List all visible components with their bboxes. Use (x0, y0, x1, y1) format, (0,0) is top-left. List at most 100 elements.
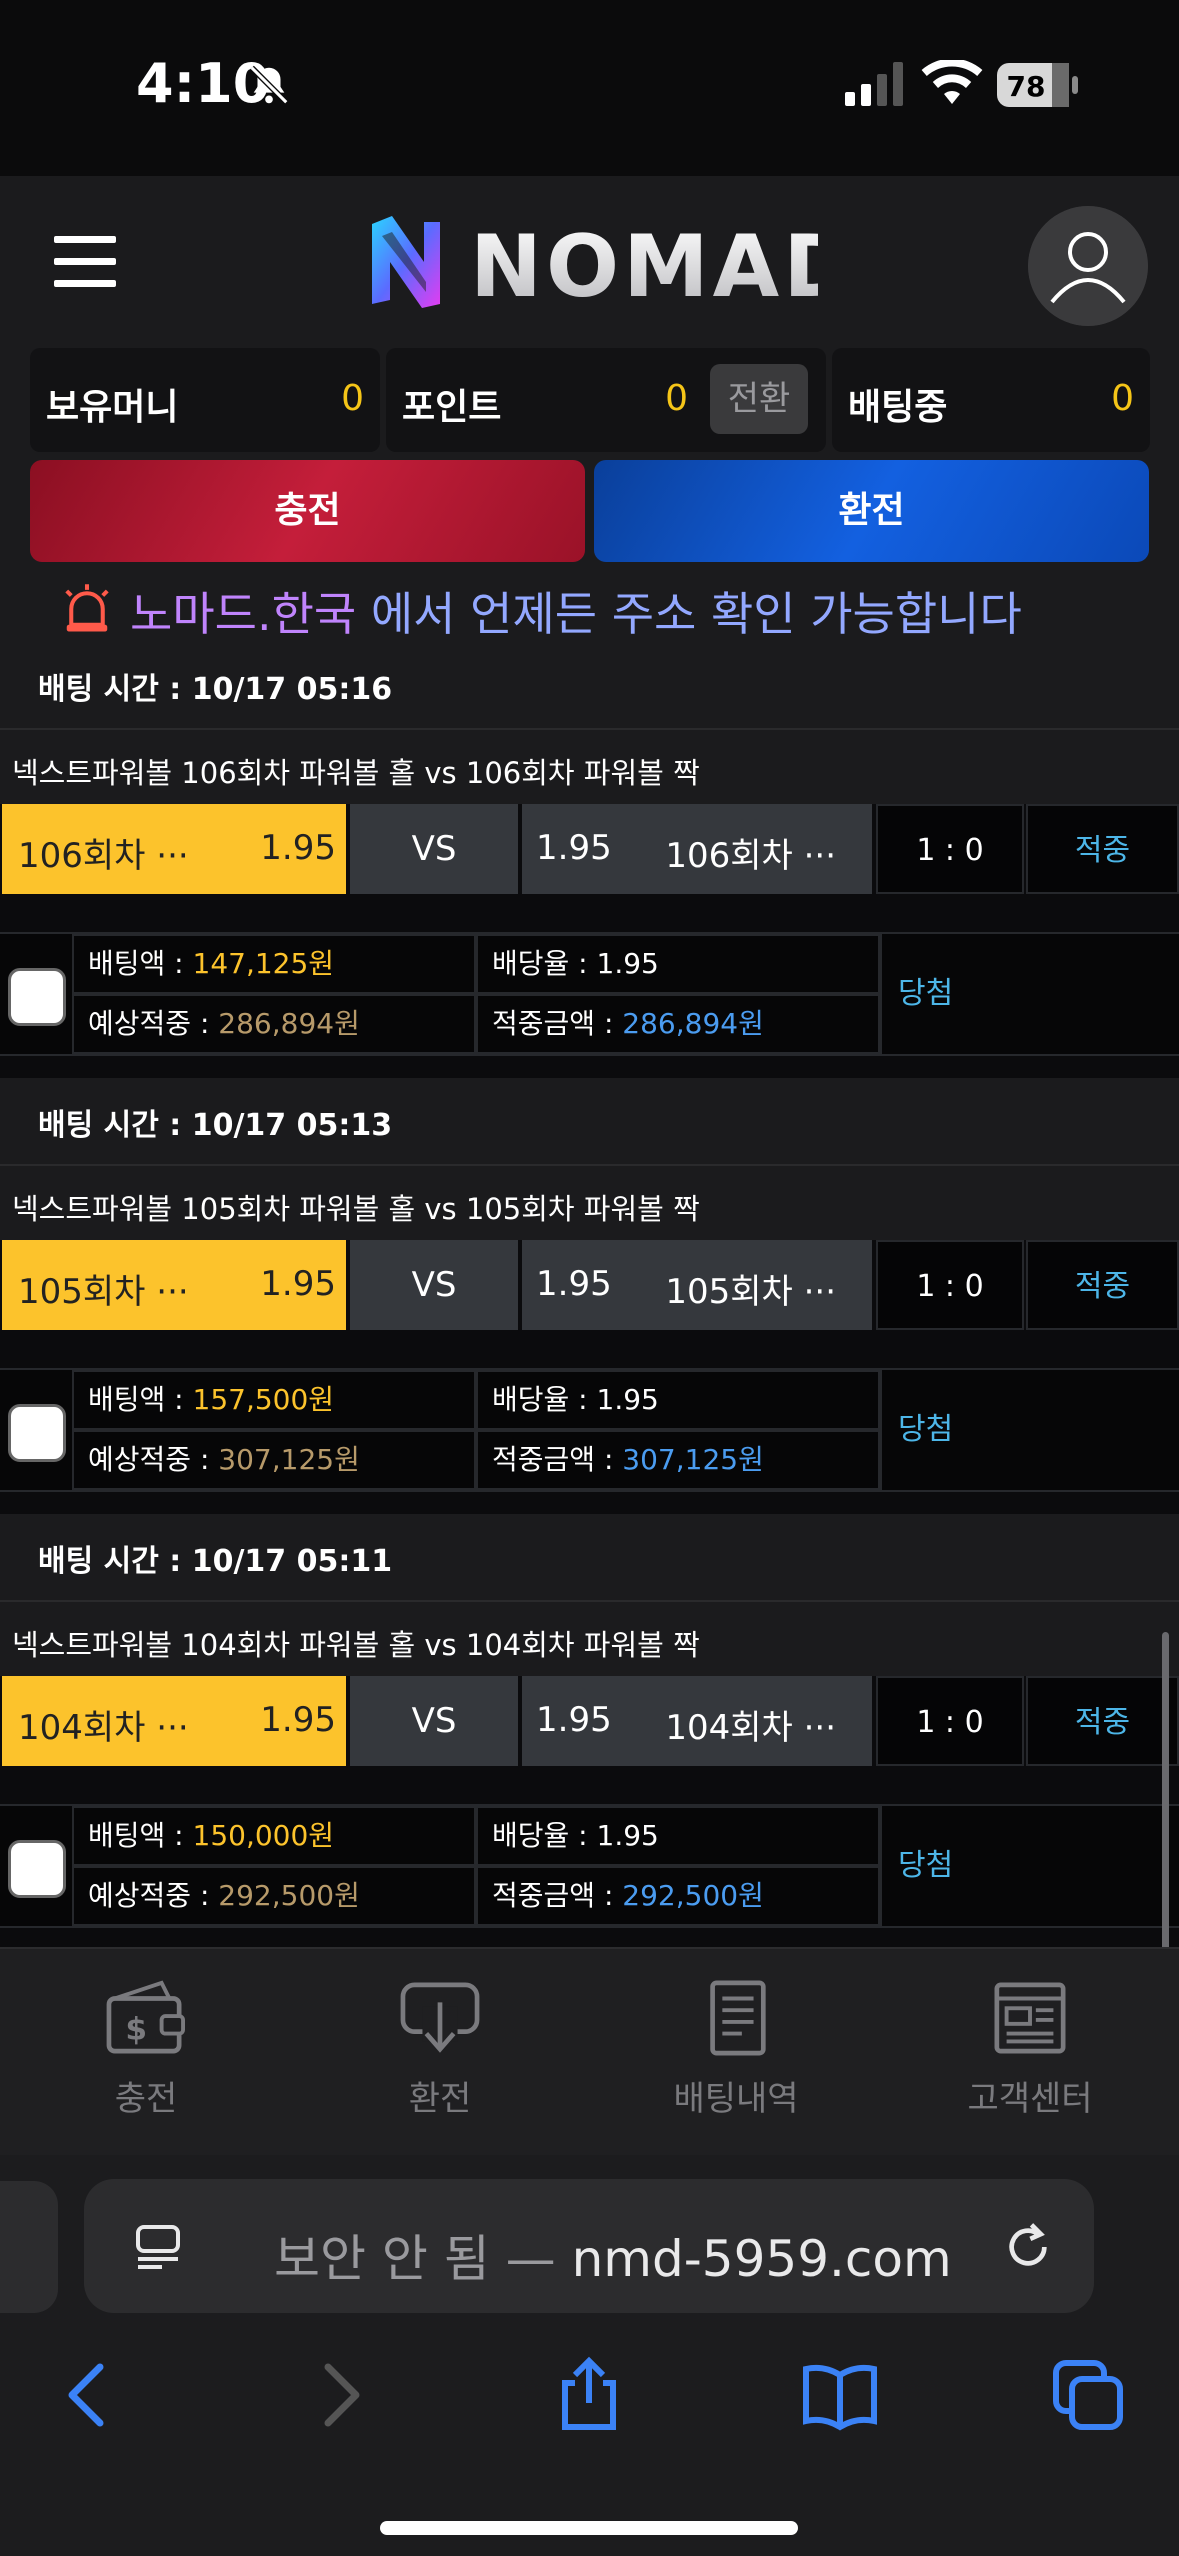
bookmarks-icon[interactable] (800, 2355, 880, 2435)
home-odds: 1.95 (260, 1264, 336, 1304)
home-odds: 1.95 (260, 828, 336, 868)
bet-title-bar: 넥스트파워볼 106회차 파워볼 홀 vs 106회차 파워볼 짝 (0, 728, 1179, 804)
nav-support-label: 고객센터 (967, 2079, 1093, 2119)
away-odds: 1.95 (536, 1700, 612, 1740)
bet-select-checkbox[interactable] (8, 968, 66, 1026)
exchange-button[interactable]: 환전 (594, 460, 1149, 562)
bet-title: 넥스트파워볼 105회차 파워볼 홀 vs 105회차 파워볼 짝 (12, 1192, 700, 1226)
reload-icon[interactable] (1000, 2219, 1056, 2275)
status-bar: 4:10 78 (0, 0, 1179, 176)
money-label: 보유머니 (46, 387, 179, 428)
balance-panel: 보유머니 0 포인트 0 전환 배팅중 0 충전 환전 노마드.한국 에서 언제… (0, 342, 1179, 642)
bet-title: 넥스트파워볼 106회차 파워볼 홀 vs 106회차 파워볼 짝 (12, 756, 700, 790)
notice-banner: 노마드.한국 에서 언제든 주소 확인 가능합니다 (60, 578, 1160, 641)
notice-text: 에서 언제든 주소 확인 가능합니다 (356, 587, 1022, 641)
bet-title-bar: 넥스트파워볼 104회차 파워볼 홀 vs 104회차 파워볼 짝 (0, 1600, 1179, 1676)
nav-bet-history[interactable]: 배팅내역 (636, 1979, 836, 2139)
forward-icon[interactable] (300, 2355, 380, 2435)
share-icon[interactable] (549, 2355, 629, 2435)
wifi-icon (921, 60, 983, 104)
home-indicator (380, 2521, 798, 2535)
bottom-nav: $ 충전 환전 배팅내역 고객센터 (0, 1947, 1179, 2155)
back-icon[interactable] (48, 2355, 128, 2435)
nav-exchange[interactable]: 환전 (340, 1979, 540, 2139)
home-pick[interactable]: 105회차 ··· 1.95 (2, 1240, 346, 1330)
insecure-warning: 보안 안 됨 — (274, 2230, 572, 2288)
battery-level: 78 (1007, 70, 1046, 103)
nav-charge[interactable]: $ 충전 (46, 1979, 246, 2139)
tabs-icon[interactable] (1048, 2355, 1128, 2435)
bet-time: 배팅 시간 : 10/17 05:16 (38, 672, 393, 707)
odds-rate: 배당율 : 1.95 (476, 934, 880, 994)
bet-amount: 배팅액 : 147,125원 (72, 934, 476, 994)
money-balance: 보유머니 0 (30, 348, 380, 452)
bet-odds-row: 105회차 ··· 1.95 VS 1.95 105회차 ··· 1 : 0 적중 (0, 1240, 1179, 1334)
bet-title: 넥스트파워볼 104회차 파워볼 홀 vs 104회차 파워볼 짝 (12, 1628, 700, 1662)
svg-text:$: $ (125, 2011, 147, 2047)
nav-bet-history-label: 배팅내역 (673, 2079, 799, 2119)
nav-support[interactable]: 고객센터 (930, 1979, 1130, 2139)
logo-text: NOMAD (470, 217, 818, 312)
siren-icon (65, 584, 109, 632)
point-label: 포인트 (402, 387, 502, 428)
bet-time-bar: 배팅 시간 : 10/17 05:11 (0, 1514, 1179, 1600)
away-odds: 1.95 (536, 1264, 612, 1304)
odds-rate: 배당율 : 1.95 (476, 1370, 880, 1430)
menu-icon[interactable] (54, 236, 116, 288)
bet-amount: 배팅액 : 157,500원 (72, 1370, 476, 1430)
previous-tab[interactable] (0, 2181, 58, 2313)
expected-win: 예상적중 : 286,894원 (72, 994, 476, 1054)
bet-status: 당첨 (880, 1806, 1179, 1926)
browser-toolbar: 보안 안 됨 — nmd-5959.com (0, 2155, 1179, 2556)
away-odds: 1.95 (536, 828, 612, 868)
document-icon (710, 1980, 766, 2056)
away-name: 105회차 ··· (665, 1272, 836, 1312)
wallet-icon: $ (106, 1980, 185, 2054)
away-name: 104회차 ··· (665, 1708, 836, 1748)
vs-label: VS (350, 804, 518, 894)
away-pick[interactable]: 1.95 105회차 ··· (522, 1240, 872, 1330)
bet-detail-row: 배팅액 : 150,000원 배당율 : 1.95 예상적중 : 292,500… (0, 1804, 1179, 1928)
charge-button[interactable]: 충전 (30, 460, 585, 562)
away-pick[interactable]: 1.95 106회차 ··· (522, 804, 872, 894)
bet-status: 당첨 (880, 934, 1179, 1054)
bet-select-checkbox[interactable] (8, 1840, 66, 1898)
score: 1 : 0 (876, 804, 1024, 894)
withdraw-icon (400, 1982, 480, 2053)
reader-icon[interactable] (134, 2223, 186, 2271)
score: 1 : 0 (876, 1240, 1024, 1330)
nav-charge-label: 충전 (114, 2079, 178, 2119)
money-value: 0 (341, 378, 364, 419)
nomad-logo[interactable]: NOMAD (362, 212, 818, 312)
result-badge: 적중 (1026, 1240, 1179, 1330)
betting-value: 0 (1111, 378, 1134, 419)
home-odds: 1.95 (260, 1700, 336, 1740)
expected-win: 예상적중 : 307,125원 (72, 1430, 476, 1490)
vs-label: VS (350, 1676, 518, 1766)
url-domain: nmd-5959.com (571, 2230, 952, 2288)
home-name: 105회차 ··· (18, 1272, 189, 1312)
bet-history-list[interactable]: 배팅 시간 : 10/17 05:16 넥스트파워볼 106회차 파워볼 홀 v… (0, 642, 1179, 1947)
away-pick[interactable]: 1.95 104회차 ··· (522, 1676, 872, 1766)
bet-detail-row: 배팅액 : 157,500원 배당율 : 1.95 예상적중 : 307,125… (0, 1368, 1179, 1492)
result-badge: 적중 (1026, 804, 1179, 894)
bet-select-checkbox[interactable] (8, 1404, 66, 1462)
convert-point-button[interactable]: 전환 (710, 364, 808, 434)
user-avatar-icon[interactable] (1028, 206, 1148, 326)
battery-icon: 78 (997, 63, 1078, 107)
address-bar[interactable]: 보안 안 됨 — nmd-5959.com (84, 2179, 1094, 2313)
odds-rate: 배당율 : 1.95 (476, 1806, 880, 1866)
home-pick[interactable]: 104회차 ··· 1.95 (2, 1676, 346, 1766)
bet-status: 당첨 (880, 1370, 1179, 1490)
bet-time-bar: 배팅 시간 : 10/17 05:13 (0, 1078, 1179, 1164)
bet-time: 배팅 시간 : 10/17 05:11 (38, 1544, 393, 1579)
bell-muted-icon (249, 65, 289, 105)
home-pick[interactable]: 106회차 ··· 1.95 (2, 804, 346, 894)
cellular-signal-icon (845, 62, 903, 106)
nav-exchange-label: 환전 (408, 2079, 472, 2119)
app-header: NOMAD (0, 176, 1179, 342)
newspaper-icon (994, 1982, 1066, 2054)
point-balance: 포인트 0 전환 (386, 348, 826, 452)
home-name: 104회차 ··· (18, 1708, 189, 1748)
bet-time-bar: 배팅 시간 : 10/17 05:16 (0, 642, 1179, 728)
